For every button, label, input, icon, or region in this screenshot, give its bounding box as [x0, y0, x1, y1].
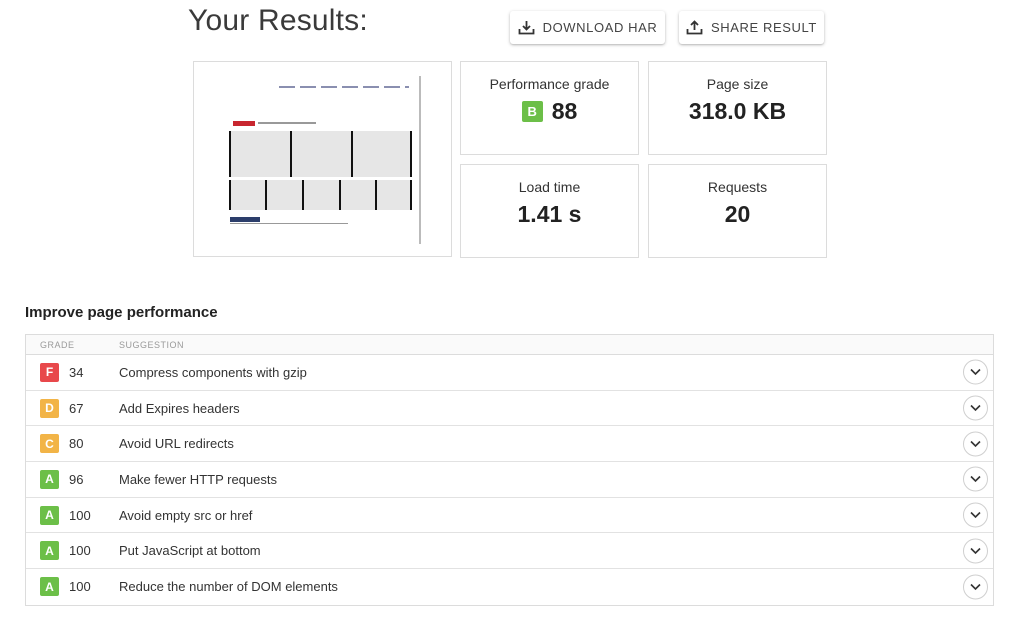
- chevron-down-icon: [970, 440, 981, 447]
- score-value: 100: [69, 507, 91, 523]
- expand-row-button[interactable]: [963, 538, 988, 564]
- page-size-label: Page size: [706, 76, 769, 92]
- chevron-down-icon: [970, 476, 981, 483]
- load-time-label: Load time: [518, 179, 581, 195]
- download-har-label: DOWNLOAD HAR: [542, 20, 658, 35]
- grade-badge: D: [40, 398, 59, 418]
- chevron-down-icon: [970, 583, 981, 591]
- thumbnail-preview: [219, 76, 421, 244]
- performance-grade-label: Performance grade: [489, 76, 610, 92]
- score-value: 67: [69, 400, 84, 416]
- page-title: Your Results:: [188, 4, 368, 37]
- expand-row-button[interactable]: [963, 502, 988, 528]
- grade-column-header: GRADE: [40, 339, 75, 350]
- chevron-down-icon: [970, 404, 981, 412]
- page-screenshot-thumbnail: [193, 61, 452, 257]
- suggestion-text: Add Expires headers: [119, 400, 240, 416]
- grade-badge: A: [40, 505, 59, 525]
- table-row[interactable]: C 80 Avoid URL redirects: [26, 426, 993, 463]
- suggestion-column-header: SUGGESTION: [119, 339, 185, 350]
- suggestion-rows: F 34 Compress components with gzip D 67 Add E…: [26, 355, 993, 605]
- share-result-button[interactable]: SHARE RESULT: [679, 11, 824, 44]
- suggestion-text: Reduce the number of DOM elements: [119, 579, 338, 595]
- grade-badge: A: [40, 577, 59, 597]
- share-result-label: SHARE RESULT: [711, 20, 817, 35]
- performance-grade-badge: B: [521, 101, 543, 122]
- expand-row-button[interactable]: [963, 574, 988, 600]
- score-value: 80: [69, 436, 84, 452]
- suggestion-text: Compress components with gzip: [119, 364, 307, 380]
- load-time-value: 1.41 s: [517, 201, 582, 227]
- suggestion-text: Put JavaScript at bottom: [119, 543, 261, 559]
- page-size-value: 318.0 KB: [688, 98, 787, 124]
- requests-label: Requests: [707, 179, 768, 195]
- grade-badge: C: [40, 434, 59, 454]
- download-har-button[interactable]: DOWNLOAD HAR: [510, 11, 665, 44]
- score-value: 100: [69, 579, 91, 595]
- expand-row-button[interactable]: [963, 466, 988, 492]
- page-size-card: Page size 318.0 KB: [648, 61, 827, 155]
- download-icon: [518, 21, 534, 35]
- score-value: 96: [69, 471, 84, 487]
- improve-section-title: Improve page performance: [25, 304, 218, 321]
- performance-grade-value: 88: [551, 98, 578, 124]
- requests-value: 20: [724, 201, 751, 227]
- suggestions-table: GRADE SUGGESTION F 34 Compress components …: [25, 334, 994, 606]
- chevron-down-icon: [970, 369, 981, 376]
- score-value: 34: [69, 364, 84, 380]
- expand-row-button[interactable]: [963, 431, 988, 457]
- grade-badge: A: [40, 541, 59, 561]
- suggestion-text: Avoid empty src or href: [119, 507, 253, 523]
- expand-row-button[interactable]: [963, 359, 988, 385]
- requests-card: Requests 20: [648, 164, 827, 258]
- thumbnail-nav: [279, 86, 409, 88]
- chevron-down-icon: [970, 512, 981, 519]
- table-header: GRADE SUGGESTION: [26, 335, 993, 355]
- chevron-down-icon: [970, 547, 981, 554]
- table-row[interactable]: F 34 Compress components with gzip: [26, 355, 993, 391]
- score-value: 100: [69, 543, 91, 559]
- table-row[interactable]: A 96 Make fewer HTTP requests: [26, 462, 993, 498]
- suggestion-text: Avoid URL redirects: [119, 436, 234, 452]
- grade-badge: F: [40, 362, 59, 382]
- table-row[interactable]: A 100 Reduce the number of DOM elements: [26, 569, 993, 605]
- expand-row-button[interactable]: [963, 395, 988, 421]
- share-icon: [686, 20, 703, 35]
- table-row[interactable]: A 100 Put JavaScript at bottom: [26, 533, 993, 570]
- performance-grade-card: Performance grade B 88: [460, 61, 639, 155]
- suggestion-text: Make fewer HTTP requests: [119, 471, 277, 487]
- table-row[interactable]: D 67 Add Expires headers: [26, 391, 993, 427]
- table-row[interactable]: A 100 Avoid empty src or href: [26, 498, 993, 534]
- grade-badge: A: [40, 469, 59, 489]
- load-time-card: Load time 1.41 s: [460, 164, 639, 258]
